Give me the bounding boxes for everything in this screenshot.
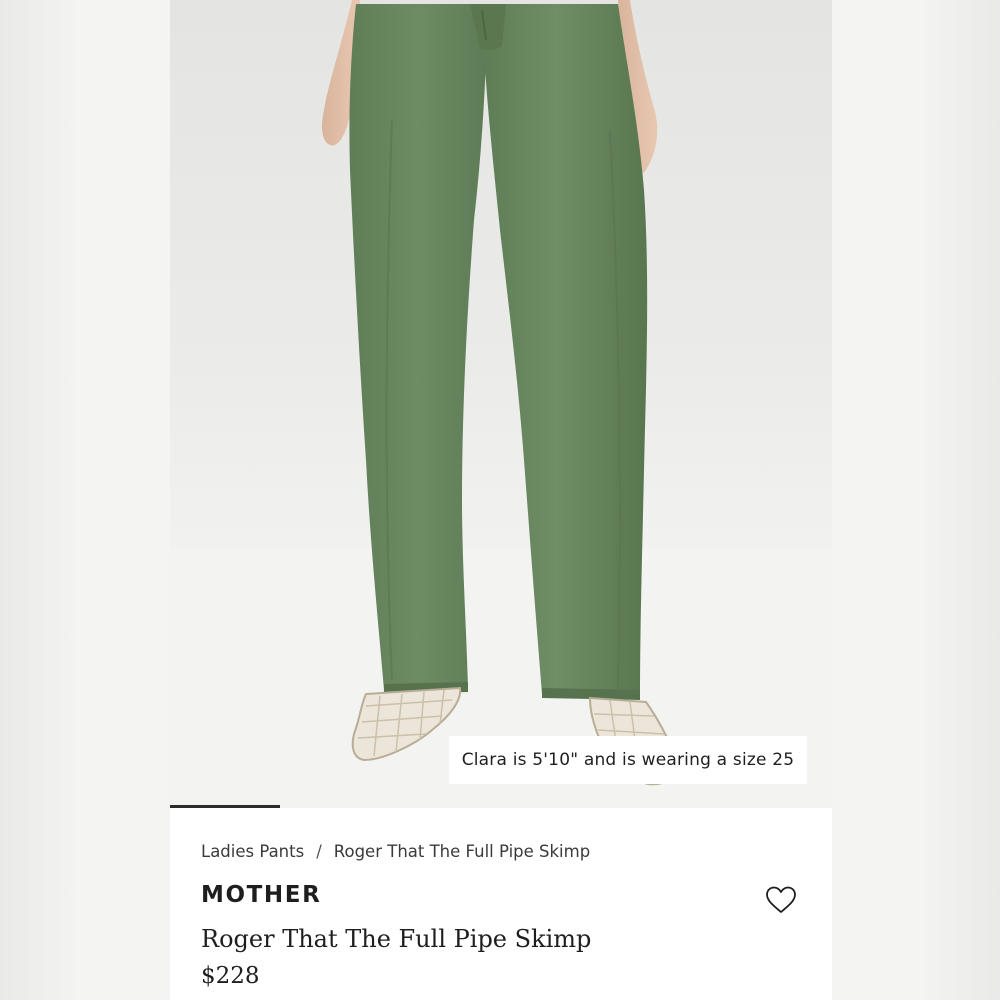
model-size-caption: Clara is 5'10" and is wearing a size 25 [449,736,807,784]
product-image[interactable]: Clara is 5'10" and is wearing a size 25 [170,0,832,808]
breadcrumb-separator: / [316,842,322,861]
product-title: Roger That The Full Pipe Skimp [201,925,592,953]
breadcrumb-category-link[interactable]: Ladies Pants [201,842,304,861]
product-photo-illustration [170,0,832,808]
product-card: Clara is 5'10" and is wearing a size 25 … [170,0,832,1000]
gallery-progress-track [170,805,832,808]
favorite-button[interactable] [764,884,798,916]
breadcrumb: Ladies Pants / Roger That The Full Pipe … [201,842,590,861]
breadcrumb-current-link[interactable]: Roger That The Full Pipe Skimp [334,842,590,861]
brand-name[interactable]: MOTHER [201,882,321,908]
gallery-progress-indicator [170,805,280,808]
heart-outline-icon [766,886,796,913]
product-price: $228 [201,963,260,989]
